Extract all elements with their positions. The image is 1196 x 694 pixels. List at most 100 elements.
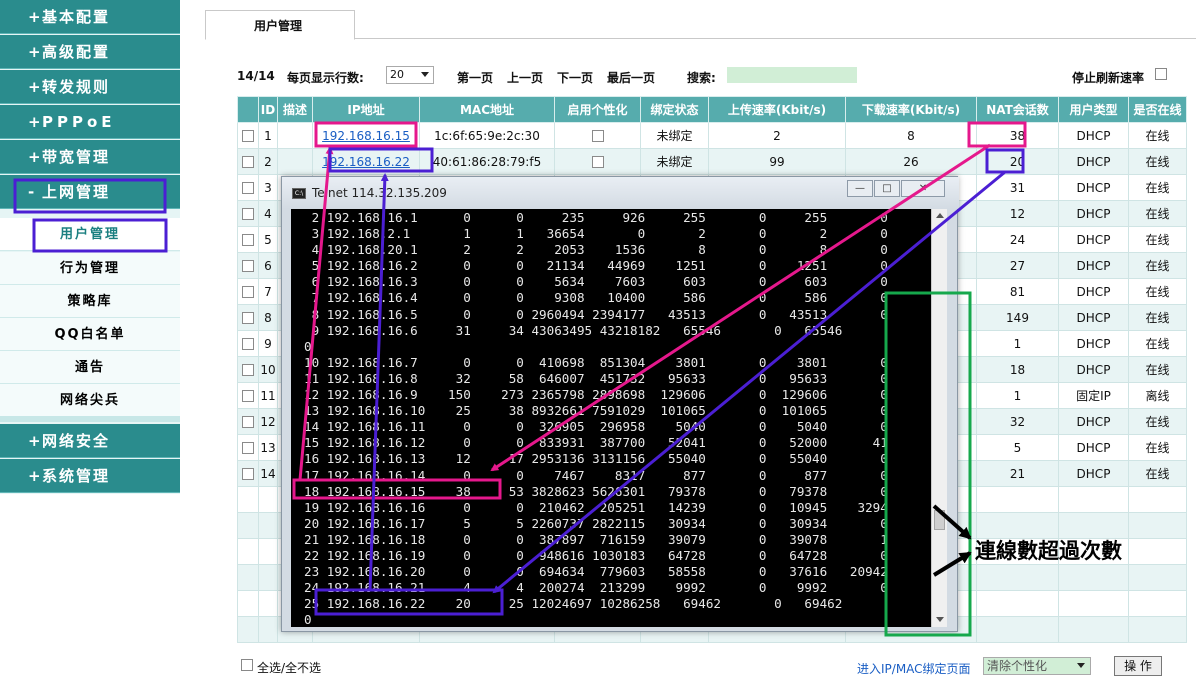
close-button[interactable]: ✕ (901, 180, 945, 197)
sidebar-item-policy-library[interactable]: 策略库 (0, 285, 180, 318)
row-checkbox[interactable] (242, 208, 254, 220)
search-label: 搜索: (687, 71, 716, 85)
chevron-down-icon (1077, 663, 1085, 668)
empty-cell (258, 538, 278, 565)
personalize-checkbox[interactable] (591, 156, 604, 168)
cell-id: 5 (258, 226, 278, 253)
cell-online: 在线 (1128, 148, 1187, 175)
cell-mac: 1c:6f:65:9e:2c:30 (419, 122, 555, 149)
last-page-link[interactable]: 最后一页 (607, 69, 655, 86)
row-checkbox[interactable] (242, 442, 254, 454)
cell-user-type: 固定IP (1058, 382, 1129, 409)
cell-user-type-text: DHCP (1076, 206, 1111, 221)
cell-user-type-text: DHCP (1076, 128, 1111, 143)
empty-cell (237, 564, 259, 591)
sidebar-item-behavior-management[interactable]: 行为管理 (0, 252, 180, 285)
row-checkbox[interactable] (242, 468, 254, 480)
row-checkbox[interactable] (242, 260, 254, 272)
nav-bandwidth[interactable]: +带宽管理 (0, 140, 180, 174)
cell-id: 7 (258, 278, 278, 305)
cell-ip-text[interactable]: 192.168.16.15 (322, 129, 410, 143)
row-select-cell (237, 200, 259, 227)
row-checkbox[interactable] (242, 364, 254, 376)
console-line: 13 192.168.16.10 25 38 8932661 7591029 1… (304, 403, 888, 419)
next-page-link[interactable]: 下一页 (557, 69, 593, 86)
row-checkbox[interactable] (242, 234, 254, 246)
empty-cell (258, 564, 278, 591)
nav-label: 带宽管理 (42, 148, 111, 166)
cell-online-text: 在线 (1145, 155, 1170, 169)
row-checkbox[interactable] (242, 286, 254, 298)
empty-cell (258, 512, 278, 539)
minimize-button[interactable]: — (847, 180, 873, 197)
cell-user-type-text: DHCP (1076, 414, 1111, 429)
row-checkbox[interactable] (242, 416, 254, 428)
scroll-thumb[interactable] (934, 510, 945, 530)
empty-cell (1128, 616, 1187, 643)
row-checkbox[interactable] (242, 312, 254, 324)
nav-network-security[interactable]: +网络安全 (0, 424, 180, 458)
search-input[interactable] (727, 67, 857, 83)
console-line: 19 192.168.16.16 0 0 210462 205251 14239… (304, 499, 888, 515)
header-select (237, 96, 259, 123)
scroll-down-icon[interactable] (936, 617, 944, 622)
cell-download-text: 26 (903, 154, 919, 169)
telnet-window[interactable]: C:\ Telnet 114.32.135.209 — □ ✕ 2 192.16… (281, 176, 959, 632)
row-checkbox[interactable] (242, 130, 254, 142)
rows-per-page-select[interactable]: 20 (386, 66, 434, 84)
nav-label: 转发规则 (42, 78, 111, 96)
console-line: 21 192.168.16.18 0 0 387897 716159 39079… (304, 531, 888, 547)
select-all-checkbox[interactable] (241, 659, 253, 671)
nav-basic-config[interactable]: +基本配置 (0, 0, 180, 34)
telnet-scrollbar[interactable] (931, 209, 947, 627)
telnet-title-bar[interactable]: C:\ Telnet 114.32.135.209 — □ ✕ (282, 177, 959, 209)
nav-pppoe[interactable]: +PPPoE (0, 105, 180, 139)
empty-cell (1058, 616, 1129, 643)
sidebar-item-notice[interactable]: 通告 (0, 351, 180, 384)
stop-refresh-checkbox[interactable] (1155, 68, 1167, 80)
cell-nat-text: 38 (1009, 128, 1026, 143)
console-line: 25 192.168.16.22 20 25 12024697 10286258… (304, 596, 843, 612)
telnet-console[interactable]: 2 192.168.16.1 0 0 235 926 255 0 255 0 3… (291, 209, 931, 627)
header-personalize: 启用个性化 (554, 96, 641, 123)
tab-user-management[interactable]: 用户管理 (205, 10, 355, 40)
maximize-button[interactable]: □ (874, 180, 900, 197)
sidebar-item-network-sentinel[interactable]: 网络尖兵 (0, 384, 180, 417)
expand-icon: + (28, 148, 43, 166)
prev-page-link[interactable]: 上一页 (507, 69, 543, 86)
personalize-checkbox[interactable] (591, 130, 604, 142)
row-checkbox[interactable] (242, 390, 254, 402)
nav-forwarding-rules[interactable]: +转发规则 (0, 70, 180, 104)
row-checkbox[interactable] (242, 156, 254, 168)
row-select-cell (237, 460, 259, 487)
cell-user-type: DHCP (1058, 278, 1129, 305)
operate-button[interactable]: 操 作 (1114, 656, 1162, 676)
console-line: 16 192.168.16.13 12 17 2953136 3131156 5… (304, 451, 888, 467)
nav-label: 网络安全 (42, 432, 111, 450)
collapse-icon: - (28, 183, 37, 201)
cell-online: 在线 (1128, 460, 1187, 487)
nav-system-management[interactable]: +系统管理 (0, 459, 180, 493)
row-select-cell (237, 278, 259, 305)
first-page-link[interactable]: 第一页 (457, 69, 493, 86)
cell-upload: 99 (708, 148, 846, 175)
sidebar-item-qq-whitelist[interactable]: QQ白名单 (0, 318, 180, 351)
action-select[interactable]: 清除个性化 (983, 657, 1091, 675)
cell-id: 8 (258, 304, 278, 331)
sidebar-item-user-management[interactable]: 用户管理 (0, 218, 180, 251)
nav-internet-management[interactable]: - 上网管理 (0, 175, 180, 209)
cell-id: 3 (258, 174, 278, 201)
action-select-value: 清除个性化 (987, 659, 1048, 673)
row-checkbox[interactable] (242, 338, 254, 350)
cell-ip-text[interactable]: 192.168.16.22 (322, 155, 410, 169)
row-checkbox[interactable] (242, 182, 254, 194)
scroll-up-icon[interactable] (936, 213, 944, 218)
cell-id: 13 (258, 434, 278, 461)
empty-cell (976, 486, 1059, 513)
table-row: 1 192.168.16.15 1c:6f:65:9e:2c:30 未绑定 2 8 38 DH… (237, 122, 1187, 149)
nav-advanced-config[interactable]: +高级配置 (0, 35, 180, 69)
ip-mac-binding-link[interactable]: 进入IP/MAC绑定页面 (857, 660, 971, 677)
cell-upload-text: 2 (773, 128, 781, 143)
cell-nat: 18 (976, 356, 1059, 383)
select-all-label[interactable]: 全选/全不选 (257, 659, 321, 676)
